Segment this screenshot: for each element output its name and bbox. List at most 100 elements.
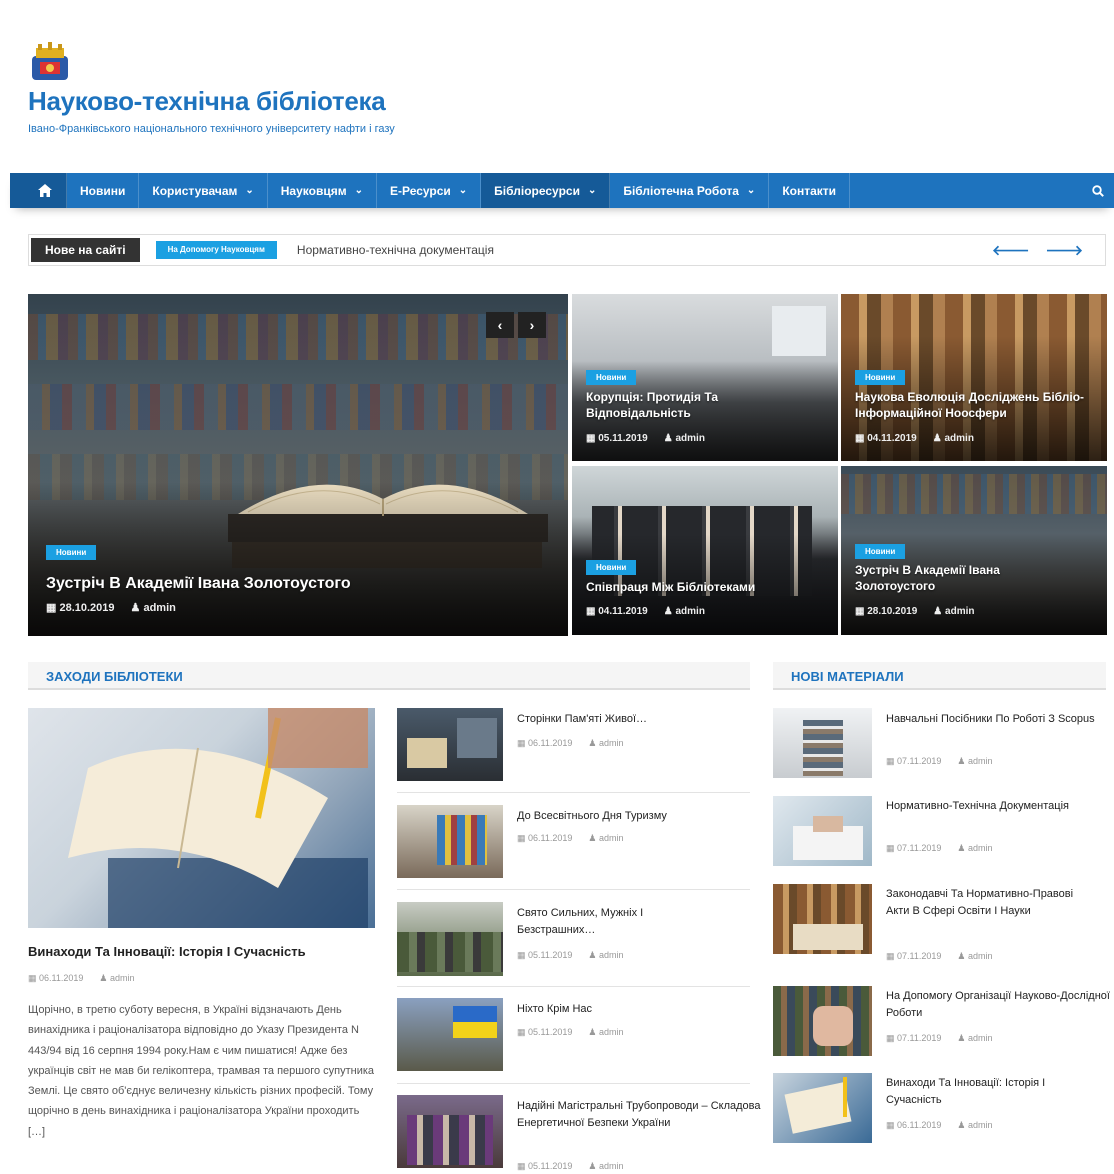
nav-item-contacts[interactable]: Контакти (769, 173, 851, 208)
calendar-icon: ▦ (855, 606, 865, 617)
featured-slider[interactable]: ‹ › Новини Зустріч В Академії Івана Золо… (28, 294, 568, 636)
event-thumb[interactable] (397, 805, 503, 878)
book-pen-image (68, 708, 368, 928)
event-title[interactable]: Ніхто Крім Нас (517, 1001, 757, 1018)
post-date: 04.11.2019 (867, 433, 917, 444)
post-date: 07.11.2019 (897, 951, 942, 961)
post-author[interactable]: admin (675, 606, 704, 617)
material-thumb[interactable] (773, 708, 872, 778)
site-title[interactable]: Науково-технічна бібліотека (28, 86, 386, 117)
post-date: 04.11.2019 (598, 606, 648, 617)
post-author[interactable]: admin (143, 602, 175, 614)
event-title[interactable]: До Всесвітнього Дня Туризму (517, 808, 757, 825)
material-title[interactable]: На Допомогу Організації Науково-Дослідно… (886, 988, 1111, 1022)
featured-event-image[interactable] (28, 708, 375, 928)
post-date: 07.11.2019 (897, 756, 942, 766)
ticker-arrows[interactable]: 🡐 🡒 (992, 242, 1089, 259)
post-date: 28.10.2019 (867, 606, 918, 617)
category-badge[interactable]: Новини (586, 560, 637, 575)
featured-tile[interactable]: Новини Співпраця Між Бібліотеками ▦ 04.1… (572, 466, 838, 635)
featured-tile[interactable]: Новини Зустріч В Академії Івана Золотоус… (841, 466, 1107, 635)
nav-home[interactable] (10, 173, 67, 208)
ticker-category-badge[interactable]: На Допомогу Науковцям (155, 241, 277, 259)
event-title[interactable]: Сторінки Пам'яті Живої… (517, 711, 757, 728)
user-icon: ♟ (588, 1161, 597, 1171)
calendar-icon: ▦ (28, 973, 37, 983)
slider-title[interactable]: Зустріч В Академії Івана Золотоустого (46, 574, 351, 595)
calendar-icon: ▦ (586, 433, 596, 444)
nav-item-news[interactable]: Новини (67, 173, 140, 208)
event-thumb[interactable] (397, 998, 503, 1071)
post-author[interactable]: admin (599, 833, 624, 843)
featured-tile[interactable]: Новини Корупція: Протидія Та Відповідаль… (572, 294, 838, 461)
nav-item-researchers[interactable]: Науковцям ⌄ (268, 173, 377, 208)
post-author[interactable]: admin (968, 843, 993, 853)
nav-item-biblioresources[interactable]: Бібліоресурси ⌄ (481, 173, 611, 208)
calendar-icon: ▦ (886, 1120, 895, 1130)
nav-item-library-work[interactable]: Бібліотечна Робота ⌄ (610, 173, 770, 208)
post-author[interactable]: admin (968, 951, 993, 961)
divider (397, 1083, 750, 1084)
material-title[interactable]: Законодавчі Та Нормативно-Правові Акти В… (886, 886, 1086, 920)
post-author[interactable]: admin (944, 433, 973, 444)
event-title[interactable]: Надійні Магістральні Трубопроводи – Скла… (517, 1098, 767, 1132)
material-thumb[interactable] (773, 796, 872, 866)
post-date: 06.11.2019 (39, 973, 84, 983)
post-date: 05.11.2019 (528, 1161, 573, 1171)
event-thumb[interactable] (397, 902, 503, 976)
material-thumb[interactable] (773, 884, 872, 954)
event-thumb[interactable] (397, 1095, 503, 1168)
ticker-link[interactable]: Нормативно-технічна документація (297, 243, 494, 257)
material-thumb[interactable] (773, 986, 872, 1056)
section-title[interactable]: НОВІ МАТЕРІАЛИ (791, 669, 904, 684)
featured-event-title[interactable]: Винаходи Та Інновації: Історія І Сучасні… (28, 944, 306, 959)
event-thumb[interactable] (397, 708, 503, 781)
post-date: 05.11.2019 (528, 950, 573, 960)
user-icon: ♟ (99, 973, 108, 983)
category-badge[interactable]: Новини (46, 545, 97, 560)
post-author[interactable]: admin (945, 606, 974, 617)
post-author[interactable]: admin (968, 1033, 993, 1043)
material-title[interactable]: Навчальні Посібники По Роботі З Scopus (886, 711, 1101, 728)
tile-title[interactable]: Зустріч В Академії Івана Золотоустого (855, 563, 1045, 594)
material-title[interactable]: Винаходи Та Інновації: Історія І Сучасні… (886, 1075, 1101, 1109)
search-button[interactable] (1082, 173, 1114, 208)
post-author[interactable]: admin (599, 950, 624, 960)
category-badge[interactable]: Новини (586, 370, 637, 385)
material-thumb[interactable] (773, 1073, 872, 1143)
category-badge[interactable]: Новини (855, 544, 906, 559)
calendar-icon: ▦ (517, 950, 526, 960)
post-author[interactable]: admin (968, 1120, 993, 1130)
post-date: 07.11.2019 (897, 843, 942, 853)
divider (397, 792, 750, 793)
calendar-icon: ▦ (517, 738, 526, 748)
material-title[interactable]: Нормативно-Технічна Документація (886, 798, 1101, 815)
post-author[interactable]: admin (599, 1027, 624, 1037)
slider-next-button[interactable]: › (518, 312, 546, 338)
event-meta: ▦ 05.11.2019 ♟ admin (517, 1161, 624, 1172)
tile-meta: ▦ 04.11.2019 ♟ admin (855, 433, 974, 444)
post-author[interactable]: admin (968, 756, 993, 766)
tile-title[interactable]: Корупція: Протидія Та Відповідальність (586, 390, 766, 421)
category-badge[interactable]: Новини (855, 370, 906, 385)
event-title[interactable]: Свято Сильних, Мужніх І Безстрашних… (517, 905, 687, 939)
post-author[interactable]: admin (599, 738, 624, 748)
user-icon: ♟ (957, 1120, 966, 1130)
nav-item-users[interactable]: Користувачам ⌄ (139, 173, 268, 208)
tile-title[interactable]: Співпраця Між Бібліотеками (586, 580, 826, 596)
nav-item-e-resources[interactable]: Е-Ресурси ⌄ (377, 173, 482, 208)
tile-meta: ▦ 05.11.2019 ♟ admin (586, 433, 705, 444)
section-title[interactable]: ЗАХОДИ БІБЛІОТЕКИ (46, 669, 183, 684)
tile-title[interactable]: Наукова Еволюція Досліджень Бібліо-Інфор… (855, 390, 1095, 421)
chevron-down-icon: ⌄ (354, 185, 363, 196)
featured-tile[interactable]: Новини Наукова Еволюція Досліджень Біблі… (841, 294, 1107, 461)
post-author[interactable]: admin (675, 433, 704, 444)
site-logo[interactable] (28, 40, 72, 84)
slider-prev-button[interactable]: ‹ (486, 312, 514, 338)
user-icon: ♟ (957, 756, 966, 766)
material-meta: ▦ 07.11.2019 ♟ admin (886, 843, 993, 854)
post-author[interactable]: admin (599, 1161, 624, 1171)
post-author[interactable]: admin (110, 973, 135, 983)
news-ticker: Нове на сайті На Допомогу Науковцям Норм… (28, 234, 1106, 266)
nav-label: Бібліотечна Робота (623, 183, 739, 198)
